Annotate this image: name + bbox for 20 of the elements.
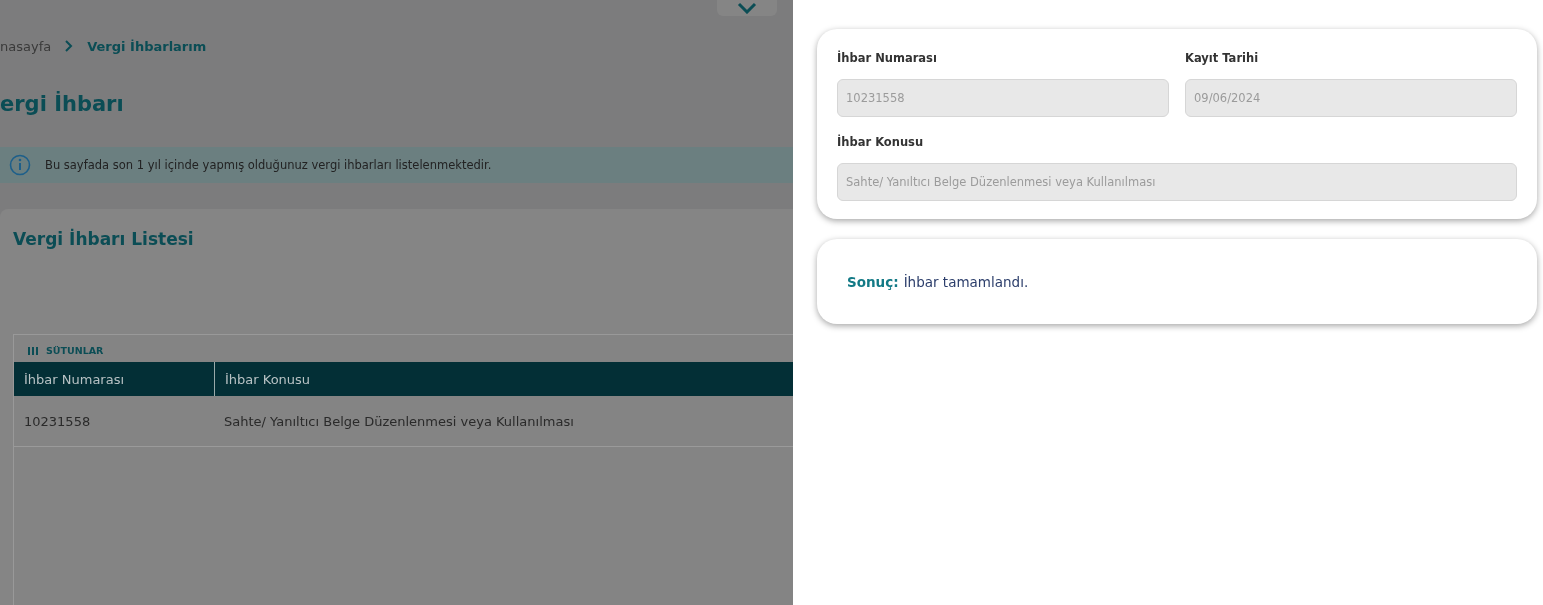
column-header[interactable]: İhbar Konusu xyxy=(215,362,793,396)
table-cell-text: Sahte/ Yanıltıcı Belge Düzenlenmesi veya Kullanılması xyxy=(223,412,574,431)
table-cell-text: 10231558 xyxy=(23,412,92,431)
field-label: İhbar Konusu xyxy=(837,135,925,149)
field-label: İhbar Numarası xyxy=(837,51,938,65)
columns-button[interactable]: SÜTUNLAR xyxy=(14,335,118,362)
chevron-right-icon xyxy=(65,40,74,52)
card-title: Vergi İhbarı Listesi xyxy=(13,229,195,251)
result-text: İhbar tamamlandı. xyxy=(903,273,1029,290)
info-text: Bu sayfada son 1 yıl içinde yapmış olduğunuz vergi ihbarları listelenmektedir. xyxy=(45,158,492,172)
columns-icon xyxy=(28,346,38,355)
page-title: ergi İhbarı xyxy=(0,92,125,118)
field-label: Kayıt Tarihi xyxy=(1185,51,1260,65)
breadcrumb-link[interactable]: nasayfa xyxy=(0,38,52,54)
chevron-down-icon xyxy=(737,2,757,14)
info-icon xyxy=(9,154,31,176)
breadcrumb-link[interactable]: Vergi İhbarlarım xyxy=(87,38,207,54)
result-label: Sonuç: xyxy=(847,273,899,290)
column-header[interactable]: İhbar Numarası xyxy=(14,362,215,396)
expand-button[interactable] xyxy=(717,0,777,16)
